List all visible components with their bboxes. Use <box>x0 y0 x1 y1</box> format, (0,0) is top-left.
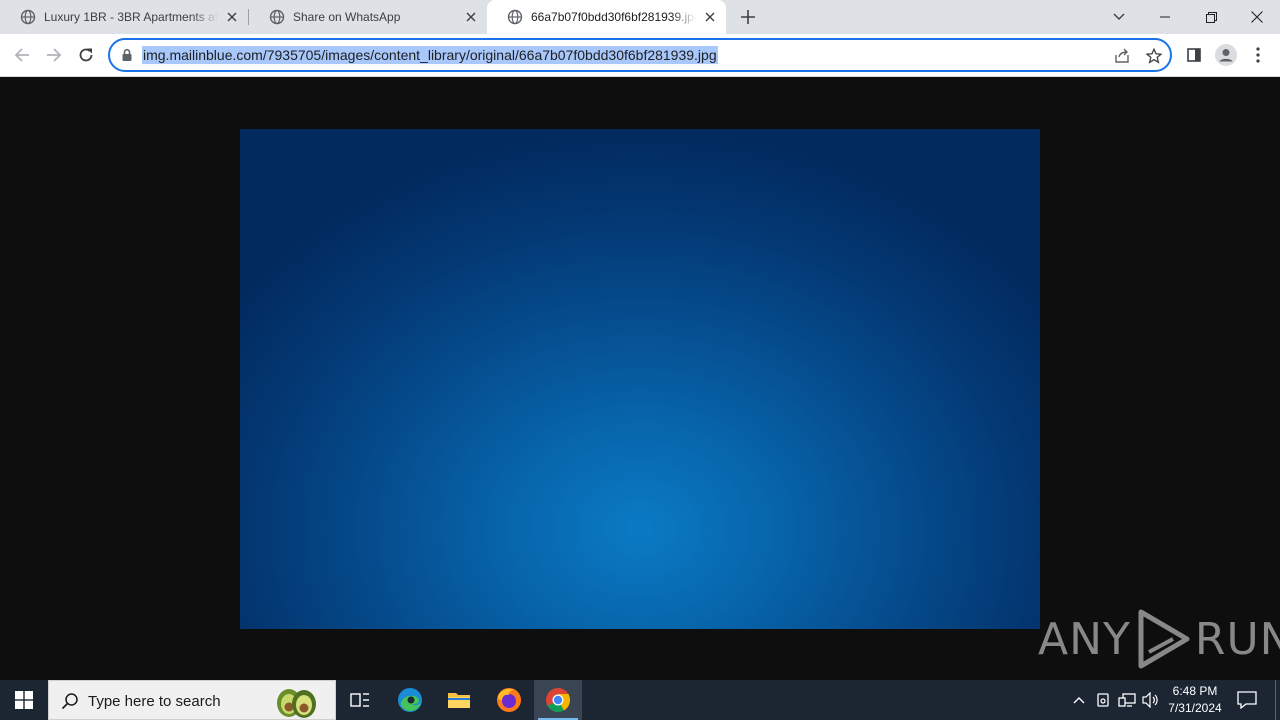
star-icon <box>1146 48 1162 64</box>
anyrun-watermark: ANY RUN <box>1038 606 1280 672</box>
browser-toolbar: img.mailinblue.com/7935705/images/conten… <box>0 34 1280 77</box>
clock-date: 7/31/2024 <box>1168 701 1222 715</box>
firefox-icon <box>497 688 521 712</box>
volume-button[interactable] <box>1141 690 1161 710</box>
page-viewport <box>0 77 1280 680</box>
clock-time: 6:48 PM <box>1172 684 1218 698</box>
back-button[interactable] <box>8 41 36 69</box>
watermark-text-left: ANY <box>1038 613 1131 665</box>
restore-icon <box>1205 11 1217 23</box>
tab-search-button[interactable] <box>1096 0 1142 34</box>
taskbar-chrome[interactable] <box>534 680 582 720</box>
watermark-text-right: RUN <box>1194 613 1280 665</box>
globe-icon <box>507 9 523 25</box>
windows-taskbar: Type here to search 6:48 PM 7/31/2024 <box>0 680 1280 720</box>
network-button[interactable] <box>1117 690 1137 710</box>
tab-title: Share on WhatsApp <box>293 10 401 24</box>
taskbar-file-explorer[interactable] <box>435 680 483 720</box>
address-bar[interactable]: img.mailinblue.com/7935705/images/conten… <box>108 38 1172 72</box>
close-tab-icon[interactable] <box>224 9 240 25</box>
play-logo-icon <box>1138 609 1190 669</box>
close-tab-icon[interactable] <box>463 9 479 25</box>
chevron-up-icon <box>1073 697 1085 704</box>
new-tab-button[interactable] <box>738 7 758 27</box>
tab-strip: Luxury 1BR - 3BR Apartments at Share on … <box>0 0 1280 34</box>
tab-share-on-whatsapp[interactable]: Share on WhatsApp <box>249 0 487 34</box>
network-icon <box>1118 693 1136 707</box>
reload-icon <box>79 48 93 62</box>
reload-button[interactable] <box>72 41 100 69</box>
speaker-icon <box>1142 692 1158 708</box>
arrow-left-icon <box>14 48 29 62</box>
tab-title: 66a7b07f0bdd30f6bf281939.jpg ( <box>531 10 696 24</box>
share-icon <box>1115 48 1129 63</box>
taskbar-firefox[interactable] <box>485 680 533 720</box>
tray-device-button[interactable] <box>1093 690 1113 710</box>
bookmark-button[interactable] <box>1144 46 1164 66</box>
taskbar-edge[interactable] <box>386 680 434 720</box>
show-hidden-icons-button[interactable] <box>1069 690 1089 710</box>
globe-icon <box>20 9 36 25</box>
side-panel-button[interactable] <box>1180 41 1208 69</box>
chrome-icon <box>546 688 571 713</box>
task-view-icon <box>350 693 369 707</box>
avocado-icon <box>277 689 316 718</box>
windows-logo-icon <box>15 691 33 709</box>
globe-icon <box>269 9 285 25</box>
close-icon <box>1251 11 1263 23</box>
lock-icon[interactable] <box>120 48 134 62</box>
chevron-down-icon <box>1113 13 1125 20</box>
arrow-right-icon <box>47 48 62 62</box>
minimize-button[interactable] <box>1142 0 1188 34</box>
kebab-menu-icon <box>1256 47 1260 63</box>
restore-button[interactable] <box>1188 0 1234 34</box>
show-desktop-button[interactable] <box>1275 680 1276 720</box>
close-tab-icon[interactable] <box>702 9 718 25</box>
avatar-icon <box>1215 44 1237 66</box>
menu-button[interactable] <box>1244 41 1272 69</box>
folder-icon <box>448 693 470 708</box>
share-button[interactable] <box>1112 46 1132 66</box>
viewed-image[interactable] <box>240 129 1040 629</box>
forward-button[interactable] <box>40 41 68 69</box>
tab-image-jpg[interactable]: 66a7b07f0bdd30f6bf281939.jpg ( <box>487 0 726 34</box>
start-button[interactable] <box>0 680 48 720</box>
tab-luxury-apartments[interactable]: Luxury 1BR - 3BR Apartments at <box>0 0 248 34</box>
notifications-button[interactable] <box>1234 688 1260 712</box>
url-text[interactable]: img.mailinblue.com/7935705/images/conten… <box>142 46 718 64</box>
minimize-icon <box>1160 16 1170 18</box>
tab-title: Luxury 1BR - 3BR Apartments at <box>44 10 218 24</box>
device-icon <box>1097 693 1109 707</box>
notification-icon <box>1237 691 1257 709</box>
task-view-button[interactable] <box>336 680 384 720</box>
profile-button[interactable] <box>1212 41 1240 69</box>
side-panel-icon <box>1187 48 1201 62</box>
close-window-button[interactable] <box>1234 0 1280 34</box>
taskbar-clock[interactable]: 6:48 PM 7/31/2024 <box>1160 683 1230 717</box>
edge-icon <box>398 688 422 712</box>
search-placeholder: Type here to search <box>88 693 221 710</box>
taskbar-search-box[interactable]: Type here to search <box>48 680 336 720</box>
search-icon <box>61 693 78 710</box>
plus-icon <box>741 10 755 24</box>
